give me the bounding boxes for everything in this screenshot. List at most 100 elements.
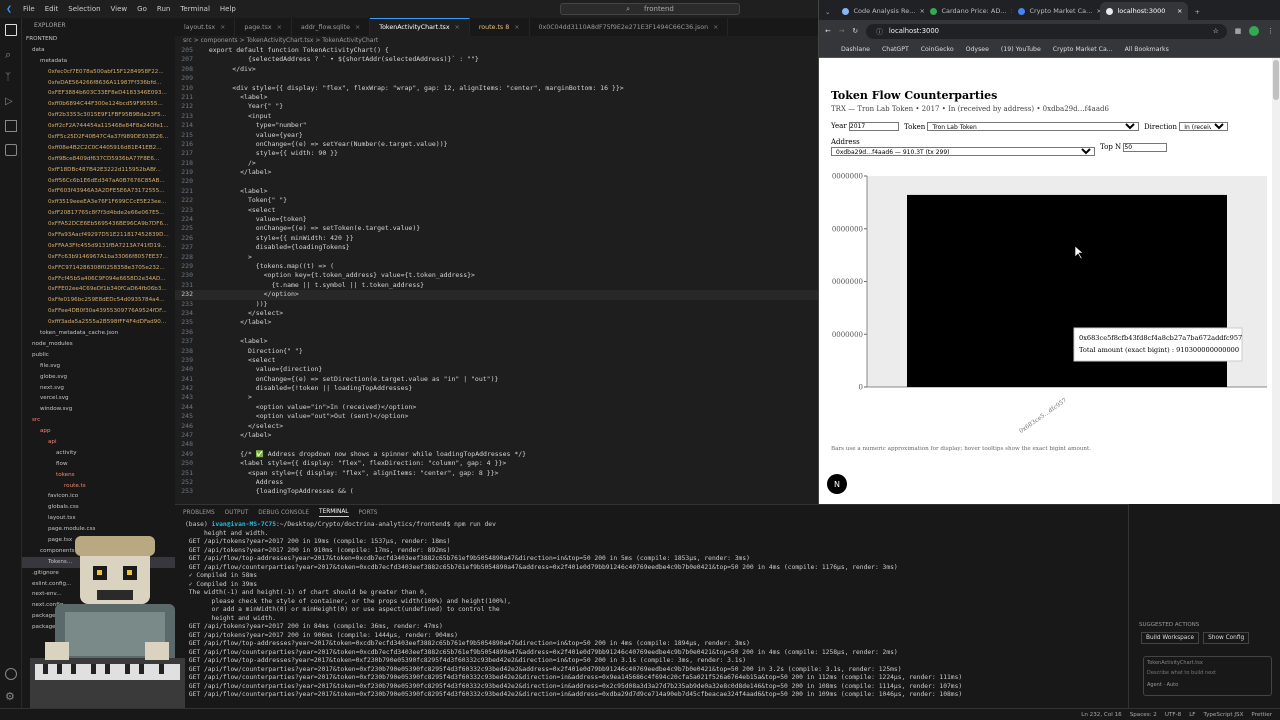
file-tree-item[interactable]: 0xFfe0196bc259E8dEDc54d0935784a4...	[22, 295, 175, 306]
gear-icon[interactable]: ⚙	[5, 690, 17, 703]
menu-item-selection[interactable]: Selection	[63, 5, 105, 13]
agent-mode-dropdown[interactable]: Agent	[1147, 682, 1162, 688]
editor-tab[interactable]: 0x0C04dd3110A8dF75f9E2e271E3F1494C66C36.…	[530, 18, 729, 36]
file-tree-item[interactable]: vercel.svg	[22, 393, 175, 404]
file-tree-item[interactable]: 0xFEF3884b603C33EF8eD4183346E093...	[22, 88, 175, 99]
editor-tab[interactable]: addr_flow.sqlite ×	[292, 18, 371, 36]
extensions-icon[interactable]	[5, 120, 17, 132]
back-icon[interactable]: ←	[825, 27, 831, 35]
prettier-status[interactable]: Prettier	[1251, 712, 1272, 718]
panel-tab-problems[interactable]: PROBLEMS	[183, 510, 215, 516]
editor-tab[interactable]: route.ts 8 ×	[470, 18, 530, 36]
file-tree-item[interactable]: globe.svg	[22, 372, 175, 383]
file-tree-item[interactable]: file.svg	[22, 361, 175, 372]
panel-tab-output[interactable]: OUTPUT	[225, 510, 249, 516]
file-tree-item[interactable]: layout.tsx	[22, 513, 175, 524]
menu-item-terminal[interactable]: Terminal	[175, 5, 215, 13]
bookmark-item[interactable]: (19) YouTube	[1001, 46, 1041, 53]
close-icon[interactable]: ×	[277, 24, 282, 31]
file-tree-item[interactable]: tokens	[22, 470, 175, 481]
new-tab-icon[interactable]: +	[1188, 8, 1205, 20]
token-select[interactable]: Tron Lab Token	[927, 122, 1140, 131]
direction-select[interactable]: In (received)	[1179, 122, 1229, 131]
file-tree-item[interactable]: next.svg	[22, 383, 175, 394]
browser-tab[interactable]: Code Analysis Re... ×	[836, 2, 924, 20]
build-workspace-button[interactable]: Build Workspace	[1141, 632, 1200, 644]
terminal-output[interactable]: (base) ivan@ivan-MS-7C75:~/Desktop/Crypt…	[175, 521, 1128, 700]
editor-tab[interactable]: page.tsx ×	[235, 18, 292, 36]
cursor-position[interactable]: Ln 232, Col 16	[1081, 712, 1121, 718]
indentation[interactable]: Spaces: 2	[1130, 712, 1157, 718]
site-info-icon[interactable]: ⓘ	[876, 26, 883, 36]
menu-item-run[interactable]: Run	[152, 5, 175, 13]
remote-icon[interactable]	[5, 144, 17, 156]
file-tree-item[interactable]: 0xff9Bce8409df637CD5936bA77F8E6...	[22, 154, 175, 165]
tab-search-icon[interactable]: ⌄	[819, 8, 836, 20]
close-icon[interactable]: ×	[1177, 7, 1182, 15]
encoding[interactable]: UTF-8	[1165, 712, 1181, 718]
bookmark-item[interactable]: Odysee	[966, 46, 989, 53]
file-tree-item[interactable]: 0xFFcf45b5a406C9F094e6658D2e34AD...	[22, 274, 175, 285]
file-tree-item[interactable]: 0xff2cF2A744454a115468e84F8a24Ofe1...	[22, 121, 175, 132]
menu-item-help[interactable]: Help	[215, 5, 241, 13]
file-tree-item[interactable]: 0xfF18DBc487B42E3222d115952bABf...	[22, 165, 175, 176]
file-tree-item[interactable]: 0xfF603f43946A3A2DFE5E6A73172555...	[22, 186, 175, 197]
source-control-icon[interactable]: ᛉ	[5, 72, 17, 84]
file-tree-item[interactable]: 0xFFA52DCE6Eb5695436BE96CA9b7DF6...	[22, 219, 175, 230]
file-tree-item[interactable]: data	[22, 45, 175, 56]
file-tree-item[interactable]: globals.css	[22, 502, 175, 513]
bookmark-item[interactable]: ChatGPT	[882, 46, 909, 53]
file-tree-item[interactable]: 0xFFee4DB0f30a43955309776A9524fDF...	[22, 306, 175, 317]
forward-icon[interactable]: →	[839, 27, 845, 35]
close-icon[interactable]: ×	[455, 24, 460, 31]
file-tree-item[interactable]: 0xFFE02ee4C69eDf1b340fCaD64fb06b3...	[22, 284, 175, 295]
file-tree-item[interactable]: 0xff3519eeeEA3e76F1F699CCcE5E23ee...	[22, 197, 175, 208]
bookmark-item[interactable]: All Bookmarks	[1125, 46, 1169, 53]
year-input[interactable]	[848, 122, 899, 131]
file-tree-item[interactable]: public	[22, 350, 175, 361]
bookmark-item[interactable]: Crypto Market Ca...	[1053, 46, 1113, 53]
extensions-icon[interactable]: ▦	[1235, 27, 1241, 35]
browser-tab[interactable]: localhost:3000 ×	[1100, 2, 1189, 20]
file-tree-item[interactable]: 0xFFC9714286308f0258358e3705e232...	[22, 263, 175, 274]
file-tree-item[interactable]: 0xff56Cc6b1E6dEd347aA0B7676C85AB...	[22, 176, 175, 187]
menu-icon[interactable]: ⋮	[1267, 27, 1274, 35]
file-tree-item[interactable]: token_metadata_cache.json	[22, 328, 175, 339]
chat-input[interactable]: Describe what to build next	[1147, 670, 1268, 676]
close-icon[interactable]: ×	[355, 24, 360, 31]
file-tree-item[interactable]: 0xfff3ada5a2555a2B598fFF4F4dDFad90...	[22, 317, 175, 328]
url-input[interactable]: ⓘ localhost:3000 ☆	[866, 23, 1227, 39]
auto-model-dropdown[interactable]: Auto	[1167, 682, 1179, 688]
file-tree-item[interactable]: 0xfec0cf7E078a500abf15F1284958F22...	[22, 67, 175, 78]
editor-tab[interactable]: layout.tsx ×	[175, 18, 236, 36]
panel-tab-debug-console[interactable]: DEBUG CONSOLE	[258, 510, 309, 516]
bookmark-item[interactable]: Dashlane	[841, 46, 870, 53]
file-tree-item[interactable]: node_modules	[22, 339, 175, 350]
line-ending[interactable]: LF	[1189, 712, 1195, 718]
language-mode[interactable]: TypeScript JSX	[1204, 712, 1244, 718]
file-tree-item[interactable]: 0xFFc63b9146967A1ba33066f8057EE37...	[22, 252, 175, 263]
profile-avatar[interactable]	[1249, 26, 1260, 36]
browser-tab[interactable]: Cardano Price: AD...×	[924, 2, 1012, 20]
panel-tab-terminal[interactable]: TERMINAL	[319, 509, 349, 517]
menu-item-edit[interactable]: Edit	[40, 5, 64, 13]
file-tree-item[interactable]: window.svg	[22, 404, 175, 415]
file-tree-item[interactable]: 0xfeDAE564266f8636A11987Ff336bfd...	[22, 78, 175, 89]
file-tree-item[interactable]: app	[22, 426, 175, 437]
nextjs-dev-indicator-button[interactable]: N	[827, 474, 847, 494]
reload-icon[interactable]: ↻	[852, 27, 858, 35]
context-file-chip[interactable]: TokenActivityChart.tsx	[1147, 660, 1268, 666]
search-icon[interactable]: ⌕	[5, 48, 17, 61]
menu-item-view[interactable]: View	[106, 5, 133, 13]
topn-input[interactable]	[1123, 143, 1168, 152]
file-tree-item[interactable]: src	[22, 415, 175, 426]
files-icon[interactable]	[5, 24, 17, 36]
file-tree-item[interactable]: activity	[22, 448, 175, 459]
file-tree-item[interactable]: 0xff0b6894C44F300e124bcd59F95555...	[22, 99, 175, 110]
menu-item-file[interactable]: File	[18, 5, 40, 13]
command-center[interactable]: ⌕ frontend	[560, 3, 740, 15]
page-scrollbar[interactable]	[1272, 58, 1280, 504]
file-tree-item[interactable]: 0xfF5c25D2F40B47C4a37f989DE933E26...	[22, 132, 175, 143]
close-icon[interactable]: ×	[514, 24, 519, 31]
address-select[interactable]: 0xdba29d…f4aad6 — 910.3T (tx 299)	[831, 147, 1095, 156]
